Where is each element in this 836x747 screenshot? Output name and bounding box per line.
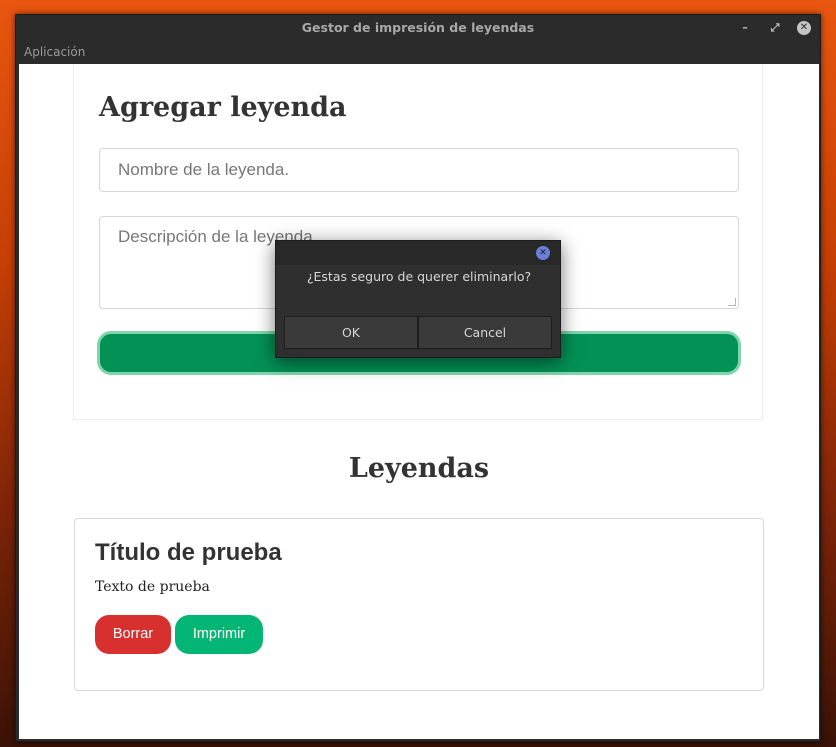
menu-bar: Aplicación [16, 41, 820, 63]
legend-card: Título de prueba Texto de prueba Borrar … [74, 518, 764, 691]
section-title: Leyendas [348, 453, 490, 484]
maximize-icon[interactable]: ⤢ [768, 21, 782, 35]
app-window: Gestor de impresión de leyendas – ⤢ ✕ Ap… [15, 14, 821, 742]
cancel-button[interactable]: Cancel [418, 316, 552, 349]
form-title: Agregar leyenda [99, 92, 347, 123]
delete-button[interactable]: Borrar [95, 615, 171, 654]
dialog-header: ✕ [276, 241, 560, 265]
card-title: Título de prueba [95, 539, 282, 566]
print-button[interactable]: Imprimir [175, 615, 263, 654]
menu-item-aplicacion[interactable]: Aplicación [24, 45, 85, 59]
dialog-close-icon[interactable]: ✕ [536, 246, 550, 260]
dialog-buttons: OK Cancel [284, 316, 552, 349]
ok-button[interactable]: OK [284, 316, 418, 349]
confirm-dialog: ✕ ¿Estas seguro de querer eliminarlo? OK… [275, 240, 561, 358]
window-title: Gestor de impresión de leyendas [301, 20, 535, 35]
resize-grip-icon[interactable] [728, 298, 736, 306]
card-text: Texto de prueba [95, 579, 210, 595]
dialog-message: ¿Estas seguro de querer eliminarlo? [306, 269, 532, 284]
name-input[interactable]: Nombre de la leyenda. [99, 148, 739, 192]
minimize-icon[interactable]: – [738, 21, 752, 35]
main-content: Agregar leyenda Nombre de la leyenda. De… [19, 64, 819, 739]
close-icon[interactable]: ✕ [797, 21, 811, 35]
title-bar: Gestor de impresión de leyendas – ⤢ ✕ [16, 15, 820, 41]
